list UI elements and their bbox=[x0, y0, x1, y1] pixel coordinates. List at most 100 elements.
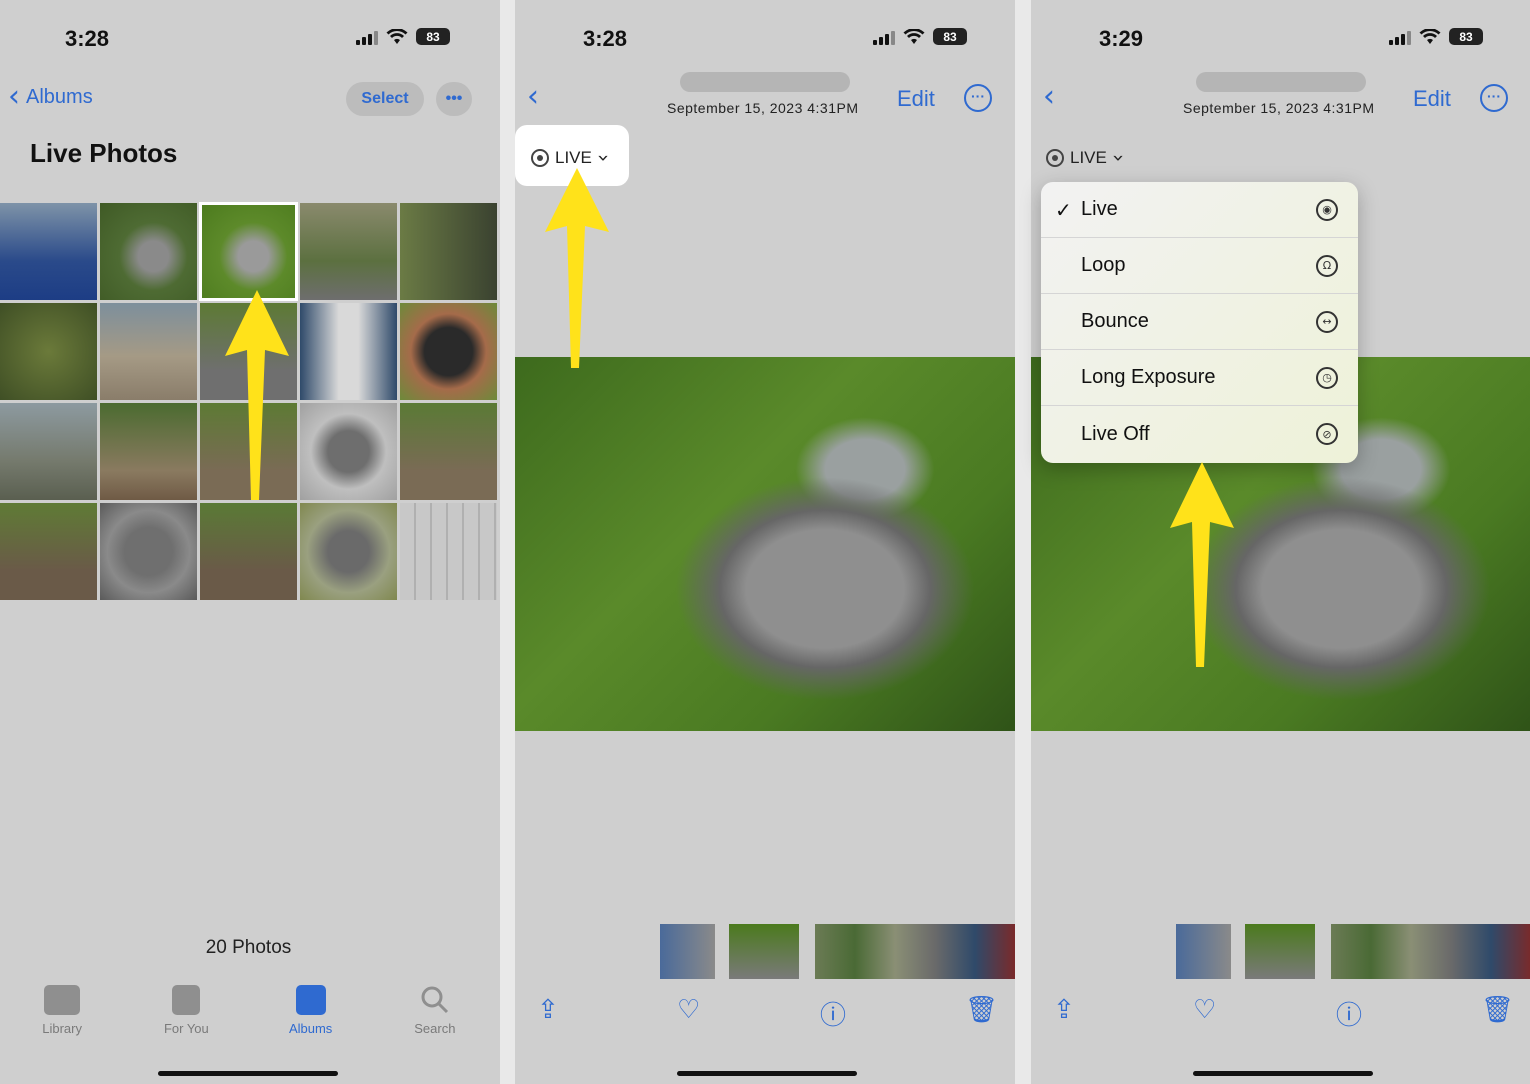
menu-item-label: Loop bbox=[1081, 254, 1126, 276]
photo-thumbnail[interactable] bbox=[0, 203, 97, 300]
checkmark-icon: ✓ bbox=[1055, 197, 1072, 222]
live-button[interactable]: LIVE ‹ bbox=[1046, 143, 1129, 173]
menu-item-loop[interactable]: Loop Ω bbox=[1041, 238, 1358, 294]
home-indicator bbox=[1193, 1071, 1373, 1076]
photo-thumbnail[interactable] bbox=[400, 203, 497, 300]
trash-icon[interactable]: 🗑 bbox=[1481, 995, 1514, 1025]
photo-thumbnail[interactable] bbox=[400, 503, 497, 600]
for-you-icon bbox=[172, 985, 201, 1015]
menu-item-live-off[interactable]: Live Off ⊘ bbox=[1041, 406, 1358, 462]
yellow-arrow-icon bbox=[545, 168, 609, 368]
tab-search[interactable]: Search bbox=[385, 985, 485, 1036]
live-off-icon: ⊘ bbox=[1316, 423, 1338, 445]
tab-label: Library bbox=[42, 1021, 82, 1036]
tab-label: Albums bbox=[288, 1021, 333, 1036]
info-icon[interactable]: ⓘ bbox=[1336, 995, 1362, 1032]
status-time: 3:28 bbox=[65, 26, 110, 51]
tab-for-you[interactable]: For You bbox=[136, 985, 236, 1036]
live-icon: ◉ bbox=[1316, 198, 1338, 221]
heart-icon[interactable]: ♡ bbox=[1193, 995, 1216, 1025]
photo-date: September 15, 2023 4:31PM bbox=[1183, 100, 1375, 116]
more-options-button[interactable]: ··· bbox=[964, 84, 992, 112]
photo-thumbnail[interactable] bbox=[400, 303, 497, 400]
edit-button[interactable]: Edit bbox=[1413, 86, 1451, 112]
photo-count: 20 Photos bbox=[205, 937, 292, 958]
tab-label: For You bbox=[163, 1021, 209, 1036]
photo-thumbnail[interactable] bbox=[0, 403, 97, 500]
photo-thumbnail[interactable] bbox=[300, 203, 397, 300]
thumbnail-strip[interactable] bbox=[660, 924, 1015, 979]
yellow-arrow-icon bbox=[225, 290, 289, 500]
more-options-button[interactable]: ··· bbox=[1480, 84, 1508, 112]
live-photo-icon bbox=[531, 149, 549, 167]
info-icon[interactable]: ⓘ bbox=[820, 995, 846, 1032]
menu-item-bounce[interactable]: Bounce ↔ bbox=[1041, 294, 1358, 350]
photo-thumbnail-selected[interactable] bbox=[199, 202, 298, 301]
status-icons: 83 bbox=[1389, 28, 1483, 45]
albums-icon bbox=[295, 985, 326, 1015]
cellular-signal-icon bbox=[1389, 29, 1411, 45]
home-indicator bbox=[677, 1071, 857, 1076]
photo-thumbnail[interactable] bbox=[100, 303, 197, 400]
wifi-icon bbox=[1419, 28, 1441, 44]
cellular-signal-icon bbox=[356, 29, 378, 45]
menu-item-live[interactable]: ✓ Live ◉ bbox=[1041, 182, 1358, 238]
photo-thumbnail[interactable] bbox=[200, 503, 297, 600]
wifi-icon bbox=[386, 28, 408, 44]
loop-icon: Ω bbox=[1316, 254, 1338, 277]
bounce-icon: ↔ bbox=[1316, 310, 1338, 333]
thumbnail-strip[interactable] bbox=[1176, 924, 1530, 979]
wifi-icon bbox=[903, 28, 925, 44]
yellow-arrow-icon bbox=[1170, 462, 1234, 667]
trash-icon[interactable]: 🗑 bbox=[965, 995, 998, 1025]
tab-library[interactable]: Library bbox=[12, 985, 112, 1036]
menu-item-label: Long Exposure bbox=[1081, 366, 1216, 388]
share-icon[interactable]: ⇪ bbox=[537, 995, 559, 1025]
photo-thumbnail[interactable] bbox=[300, 403, 397, 500]
photo-thumbnail[interactable] bbox=[100, 403, 197, 500]
photo-thumbnail[interactable] bbox=[300, 303, 397, 400]
status-time: 3:29 bbox=[1099, 26, 1144, 51]
page-title: Live Photos bbox=[30, 138, 178, 168]
battery-icon: 83 bbox=[933, 28, 967, 45]
cat-photo bbox=[515, 357, 1015, 731]
heart-icon[interactable]: ♡ bbox=[677, 995, 700, 1025]
blurred-location bbox=[680, 72, 850, 92]
menu-item-long-exposure[interactable]: Long Exposure ◷ bbox=[1041, 350, 1358, 406]
share-icon[interactable]: ⇪ bbox=[1053, 995, 1075, 1025]
chevron-left-icon: ‹ bbox=[8, 79, 20, 114]
tab-label: Search bbox=[414, 1021, 456, 1036]
tab-albums[interactable]: Albums bbox=[261, 985, 361, 1036]
cellular-signal-icon bbox=[873, 29, 895, 45]
chevron-down-icon: ‹ bbox=[589, 154, 614, 162]
screen-live-menu: 3:29 83 ‹ September 15, 2023 4:31PM Edit… bbox=[1031, 0, 1530, 1084]
photo-date: September 15, 2023 4:31PM bbox=[667, 100, 859, 116]
photo-thumbnail[interactable] bbox=[300, 503, 397, 600]
status-icons: 83 bbox=[873, 28, 967, 45]
photo-thumbnail[interactable] bbox=[100, 203, 197, 300]
edit-button[interactable]: Edit bbox=[897, 86, 935, 112]
back-label: Albums bbox=[26, 85, 93, 108]
menu-item-label: Live Off bbox=[1081, 422, 1150, 445]
back-button[interactable]: ‹ bbox=[527, 82, 539, 112]
photo-thumbnail[interactable] bbox=[0, 503, 97, 600]
photo-thumbnail[interactable] bbox=[400, 403, 497, 500]
back-button[interactable]: ‹ bbox=[1043, 82, 1055, 112]
live-effect-menu: ✓ Live ◉ Loop Ω Bounce ↔ Long Exposure ◷… bbox=[1041, 182, 1358, 463]
back-button[interactable]: ‹ Albums bbox=[8, 82, 93, 112]
screen-album: 3:28 83 ‹ Albums Select ••• Live Photos bbox=[0, 0, 500, 1084]
live-photo-icon bbox=[1046, 149, 1064, 167]
nav-bar: ‹ Albums Select ••• bbox=[0, 82, 500, 116]
photo-thumbnail[interactable] bbox=[0, 303, 97, 400]
photo-thumbnail[interactable] bbox=[100, 503, 197, 600]
blurred-location bbox=[1196, 72, 1366, 92]
search-icon bbox=[421, 986, 448, 1014]
battery-icon: 83 bbox=[416, 28, 450, 45]
chevron-down-icon: ‹ bbox=[1104, 154, 1129, 162]
long-exposure-icon: ◷ bbox=[1316, 366, 1338, 389]
home-indicator bbox=[158, 1071, 338, 1076]
select-button[interactable]: Select bbox=[346, 82, 424, 116]
more-options-button[interactable]: ••• bbox=[436, 82, 472, 116]
status-time: 3:28 bbox=[583, 26, 628, 51]
menu-item-label: Live bbox=[1081, 198, 1118, 220]
